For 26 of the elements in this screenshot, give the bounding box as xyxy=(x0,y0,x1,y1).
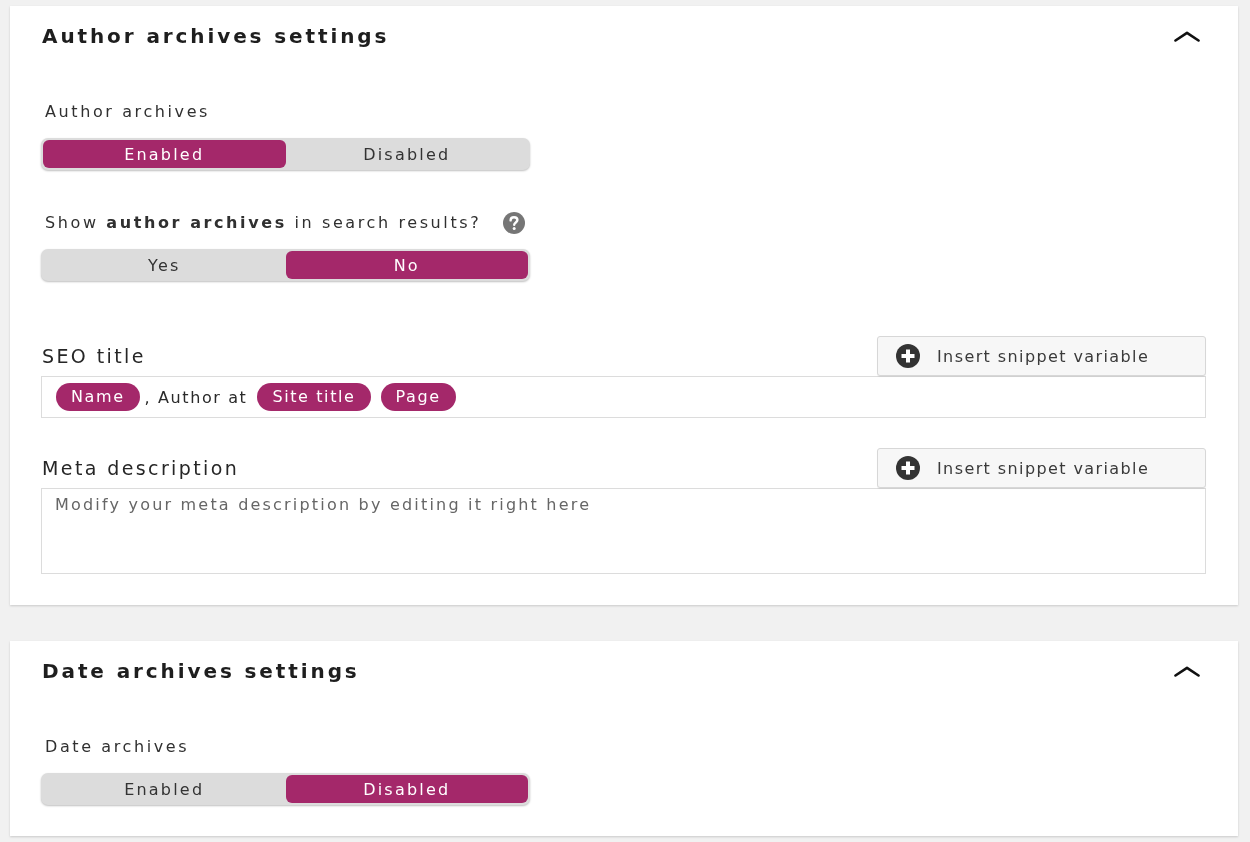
snippet-variable-tag[interactable]: Page xyxy=(380,383,456,411)
chevron-up-icon[interactable] xyxy=(1174,30,1200,42)
field-label: Meta description xyxy=(41,457,240,479)
toggle-option[interactable]: Yes xyxy=(43,251,286,279)
section-title: Date archives settings xyxy=(42,658,360,685)
plus-circle-icon xyxy=(896,344,920,368)
toggle-option[interactable]: Enabled xyxy=(43,775,286,803)
snippet-variable-tag[interactable]: Name xyxy=(56,383,140,411)
plus-circle-icon xyxy=(896,456,920,480)
field-label: SEO title xyxy=(41,345,146,367)
toggle-option[interactable]: No xyxy=(285,251,528,279)
chevron-up-icon[interactable] xyxy=(1174,665,1200,677)
field-text: , Author at xyxy=(144,387,248,407)
insert-snippet-button[interactable]: Insert snippet variable xyxy=(877,336,1206,376)
snippet-variable-tag[interactable]: Site title xyxy=(257,383,371,411)
field-label: Date archives xyxy=(45,736,190,758)
snippet-editor-field[interactable]: Name , Author at Site title Page xyxy=(41,376,1206,418)
toggle-option[interactable]: Disabled xyxy=(285,140,528,168)
help-icon[interactable] xyxy=(503,212,526,234)
insert-snippet-button[interactable]: Insert snippet variable xyxy=(877,448,1206,488)
toggle-option[interactable]: Enabled xyxy=(43,140,286,168)
description-textarea[interactable]: Modify your meta description by editing it right here xyxy=(41,488,1206,574)
field-label: Show author archives in search results? xyxy=(45,212,482,234)
toggle-option[interactable]: Disabled xyxy=(285,775,528,803)
field-label: Author archives xyxy=(45,101,210,123)
section-title: Author archives settings xyxy=(42,23,390,50)
